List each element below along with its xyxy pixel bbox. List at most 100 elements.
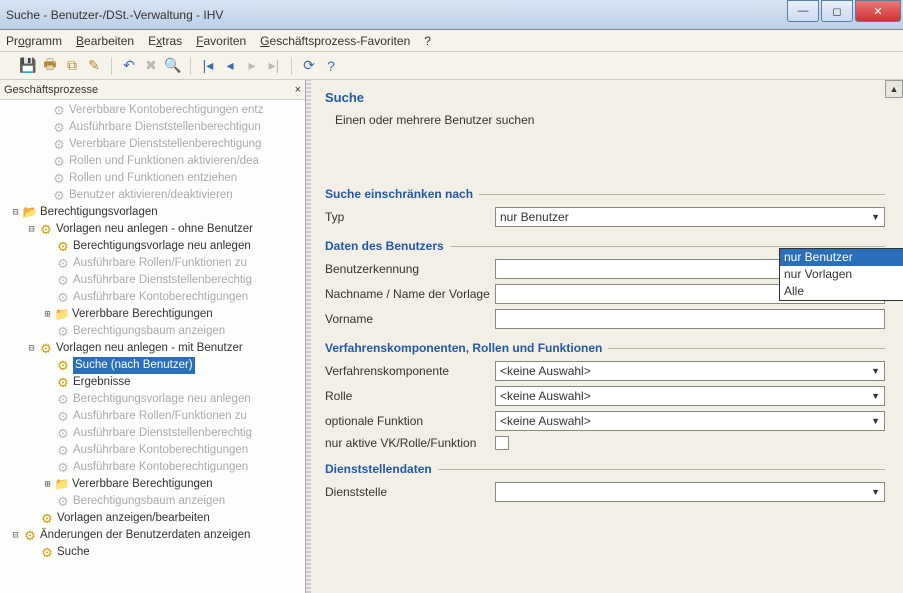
gear-icon: ⚙ [55, 290, 71, 306]
tree-item-selected[interactable]: Suche (nach Benutzer) [73, 357, 195, 374]
tree-item[interactable]: Ausführbare Kontoberechtigungen [73, 459, 248, 476]
left-panel-title: Geschäftsprozesse [4, 84, 98, 96]
tree-item[interactable]: Ergebnisse [73, 374, 131, 391]
edit-icon[interactable]: ✎ [86, 58, 102, 74]
prev-icon[interactable]: ◂ [222, 58, 238, 74]
tree-item[interactable]: Ausführbare Rollen/Funktionen zu [73, 408, 247, 425]
menubar: Programm Bearbeiten Extras Favoriten Ges… [0, 30, 903, 52]
vk-combo[interactable]: <keine Auswahl>▼ [495, 361, 885, 381]
tree-item[interactable]: Vererbbare Berechtigungen [72, 476, 213, 493]
menu-favoriten[interactable]: Favoriten [196, 34, 246, 48]
process-tree[interactable]: ⚙Vererbbare Kontoberechtigungen entz ⚙Au… [0, 100, 305, 593]
tree-item[interactable]: Vererbbare Dienststellenberechtigung [69, 136, 261, 153]
collapse-icon[interactable]: ⊟ [10, 204, 21, 221]
tree-item[interactable]: Ausführbare Kontoberechtigungen [73, 289, 248, 306]
tree-item[interactable]: Ausführbare Dienststellenberechtig [73, 425, 252, 442]
section-vk-roles: Verfahrenskomponenten, Rollen und Funkti… [325, 341, 885, 355]
dienststelle-combo[interactable]: ▼ [495, 482, 885, 502]
help-icon[interactable]: ? [323, 58, 339, 74]
section-dienststelle: Dienststellendaten [325, 462, 885, 476]
gear-icon: ⚙ [55, 256, 71, 272]
menu-help[interactable]: ? [424, 34, 431, 48]
gear-icon: ⚙ [51, 188, 67, 204]
chevron-down-icon: ▼ [871, 366, 880, 376]
window-title: Suche - Benutzer-/DSt.-Verwaltung - IHV [6, 8, 223, 22]
tree-item[interactable]: Berechtigungsvorlage neu anlegen [73, 238, 251, 255]
vorname-label: Vorname [325, 312, 495, 326]
tree-item[interactable]: Vererbbare Berechtigungen [72, 306, 213, 323]
page-title: Suche [325, 90, 885, 105]
folder-icon: 📁 [54, 477, 70, 493]
typ-combo[interactable]: nur Benutzer ▼ [495, 207, 885, 227]
section-search-restrict: Suche einschränken nach [325, 187, 885, 201]
main-split: Geschäftsprozesse × ⚙Vererbbare Kontober… [0, 80, 903, 593]
gear-icon: ⚙ [51, 137, 67, 153]
scroll-up-button[interactable]: ▲ [885, 80, 903, 98]
typ-option-nur-benutzer[interactable]: nur Benutzer [780, 249, 903, 266]
tree-item[interactable]: Benutzer aktivieren/deaktivieren [69, 187, 233, 204]
tree-item[interactable]: Vorlagen neu anlegen - mit Benutzer [56, 340, 243, 357]
toolbar-separator [291, 57, 292, 75]
panel-close-icon[interactable]: × [295, 84, 301, 96]
menu-geschaeftsprozess-favoriten[interactable]: Geschäftsprozess-Favoriten [260, 34, 410, 48]
copy-icon[interactable]: ⧉ [64, 58, 80, 74]
typ-dropdown-list[interactable]: nur Benutzer nur Vorlagen Alle [779, 248, 903, 301]
tree-item[interactable]: Änderungen der Benutzerdaten anzeigen [40, 527, 250, 544]
tree-item[interactable]: Berechtigungsvorlage neu anlegen [73, 391, 251, 408]
menu-extras[interactable]: Extras [148, 34, 182, 48]
tree-item[interactable]: Berechtigungsbaum anzeigen [73, 323, 225, 340]
gear-icon: ⚙ [55, 324, 71, 340]
collapse-icon[interactable]: ⊟ [10, 527, 21, 544]
maximize-button[interactable]: ◻ [821, 0, 853, 22]
undo-icon[interactable]: ↶ [121, 58, 137, 74]
gear-group-icon: ⚙ [39, 511, 55, 527]
tree-item[interactable]: Vorlagen anzeigen/bearbeiten [57, 510, 210, 527]
gear-icon: ⚙ [51, 103, 67, 119]
typ-option-nur-vorlagen[interactable]: nur Vorlagen [780, 266, 903, 283]
gear-icon: ⚙ [51, 154, 67, 170]
titlebar: Suche - Benutzer-/DSt.-Verwaltung - IHV … [0, 0, 903, 30]
left-panel: Geschäftsprozesse × ⚙Vererbbare Kontober… [0, 80, 306, 593]
gear-icon: ⚙ [55, 392, 71, 408]
tree-item[interactable]: Berechtigungsvorlagen [40, 204, 158, 221]
menu-bearbeiten[interactable]: Bearbeiten [76, 34, 134, 48]
collapse-icon[interactable]: ⊟ [26, 340, 37, 357]
last-icon[interactable]: ▸| [266, 58, 282, 74]
close-button[interactable]: ✕ [855, 0, 901, 22]
tree-item[interactable]: Ausführbare Kontoberechtigungen [73, 442, 248, 459]
search-icon[interactable]: 🔍 [165, 58, 181, 74]
optfn-label: optionale Funktion [325, 414, 495, 428]
tree-item[interactable]: Vorlagen neu anlegen - ohne Benutzer [56, 221, 253, 238]
next-icon[interactable]: ▸ [244, 58, 260, 74]
tree-item[interactable]: Vererbbare Kontoberechtigungen entz [69, 102, 263, 119]
refresh-icon[interactable]: ⟳ [301, 58, 317, 74]
print-icon[interactable]: 🖶 [42, 58, 58, 74]
expand-icon[interactable]: ⊞ [42, 476, 53, 493]
save-icon[interactable]: 💾 [20, 58, 36, 74]
gear-icon: ⚙ [55, 273, 71, 289]
first-icon[interactable]: |◂ [200, 58, 216, 74]
tree-item[interactable]: Ausführbare Dienststellenberechtigun [69, 119, 261, 136]
vorname-input[interactable] [495, 309, 885, 329]
chevron-down-icon: ▼ [871, 212, 880, 222]
typ-option-alle[interactable]: Alle [780, 283, 903, 300]
gear-group-icon: ⚙ [38, 341, 54, 357]
optfn-combo[interactable]: <keine Auswahl>▼ [495, 411, 885, 431]
minimize-button[interactable]: — [787, 0, 819, 22]
nachname-label: Nachname / Name der Vorlage [325, 287, 495, 301]
tree-item[interactable]: Rollen und Funktionen entziehen [69, 170, 237, 187]
tree-item[interactable]: Suche [57, 544, 90, 561]
typ-combo-value: nur Benutzer [500, 210, 569, 224]
tree-item[interactable]: Rollen und Funktionen aktivieren/dea [69, 153, 259, 170]
collapse-icon[interactable]: ⊟ [26, 221, 37, 238]
window-controls: — ◻ ✕ [787, 0, 903, 29]
cancel-icon[interactable]: ✖ [143, 58, 159, 74]
chevron-down-icon: ▼ [871, 416, 880, 426]
tree-item[interactable]: Berechtigungsbaum anzeigen [73, 493, 225, 510]
expand-icon[interactable]: ⊞ [42, 306, 53, 323]
rolle-combo[interactable]: <keine Auswahl>▼ [495, 386, 885, 406]
tree-item[interactable]: Ausführbare Rollen/Funktionen zu [73, 255, 247, 272]
menu-programm[interactable]: Programm [6, 34, 62, 48]
tree-item[interactable]: Ausführbare Dienststellenberechtig [73, 272, 252, 289]
nur-aktive-checkbox[interactable] [495, 436, 509, 450]
